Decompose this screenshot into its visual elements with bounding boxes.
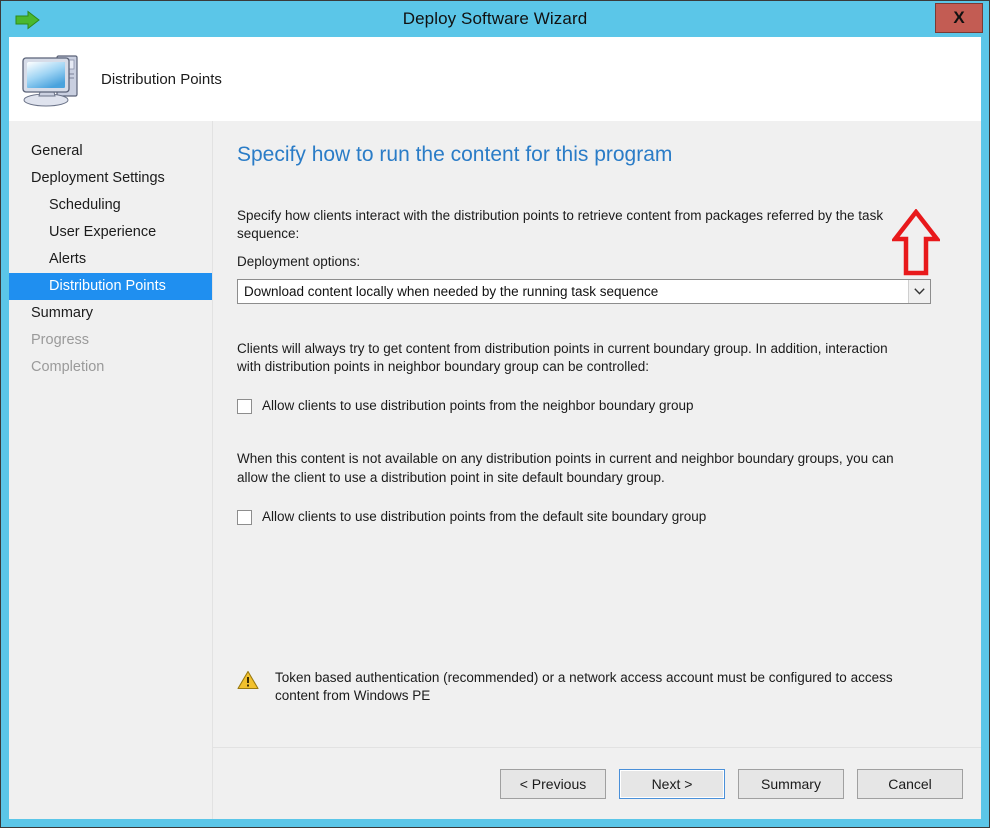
- sidebar-item-scheduling[interactable]: Scheduling: [9, 192, 212, 219]
- chevron-down-icon[interactable]: [908, 279, 930, 303]
- default-site-boundary-description: When this content is not available on an…: [237, 451, 894, 485]
- neighbor-boundary-checkbox[interactable]: [237, 399, 252, 415]
- deploy-software-wizard-window: Deploy Software Wizard X Distribution Po…: [0, 0, 990, 828]
- page-title: Distribution Points: [101, 70, 222, 88]
- warning-triangle-icon: [237, 670, 259, 690]
- default-site-boundary-checkbox[interactable]: [237, 509, 252, 525]
- title-bar: Deploy Software Wizard X: [1, 1, 989, 37]
- sidebar-item-distribution-points[interactable]: Distribution Points: [9, 273, 212, 300]
- sidebar-item-progress: Progress: [31, 332, 90, 348]
- warning-text: Token based authentication (recommended)…: [275, 670, 893, 704]
- deployment-options-dropdown[interactable]: Download content locally when needed by …: [237, 278, 931, 304]
- wizard-button-bar: < Previous Next > Summary Cancel: [213, 747, 981, 819]
- main-split: General Deployment Settings Scheduling U…: [9, 121, 981, 819]
- neighbor-boundary-checkbox-row[interactable]: Allow clients to use distribution points…: [237, 398, 955, 415]
- deployment-options-value: Download content locally when needed by …: [244, 283, 659, 299]
- next-button[interactable]: Next >: [619, 768, 725, 799]
- default-site-boundary-checkbox-label: Allow clients to use distribution points…: [262, 508, 707, 524]
- window-title: Deploy Software Wizard: [402, 9, 588, 28]
- close-button[interactable]: X: [935, 3, 983, 33]
- wizard-banner: Distribution Points: [9, 37, 981, 121]
- summary-button[interactable]: Summary: [738, 768, 844, 799]
- green-right-arrow-icon: [15, 10, 41, 30]
- sidebar-item-alerts[interactable]: Alerts: [9, 246, 212, 273]
- previous-button[interactable]: < Previous: [500, 768, 606, 799]
- intro-description: Specify how clients interact with the di…: [237, 208, 884, 242]
- warning-message: Token based authentication (recommended)…: [237, 669, 937, 705]
- sidebar-item-deployment-settings[interactable]: Deployment Settings: [9, 165, 212, 192]
- neighbor-boundary-description: Clients will always try to get content f…: [237, 340, 888, 374]
- cancel-button[interactable]: Cancel: [857, 768, 963, 799]
- sidebar-item-completion: Completion: [31, 359, 105, 375]
- neighbor-boundary-checkbox-label: Allow clients to use distribution points…: [262, 398, 694, 414]
- deployment-options-label: Deployment options:: [237, 254, 361, 270]
- sidebar-item-general[interactable]: General: [9, 138, 212, 165]
- default-site-boundary-checkbox-row[interactable]: Allow clients to use distribution points…: [237, 509, 955, 525]
- content-heading: Specify how to run the content for this …: [237, 143, 673, 166]
- sidebar-item-user-experience[interactable]: User Experience: [9, 219, 212, 246]
- wizard-content-pane: Specify how to run the content for this …: [213, 121, 981, 819]
- window-client-area: Distribution Points General Deployment S…: [9, 37, 981, 819]
- sidebar-item-summary[interactable]: Summary: [9, 300, 212, 327]
- content-body: Specify how to run the content for this …: [213, 121, 981, 747]
- computer-icon: [19, 48, 85, 110]
- wizard-step-nav: General Deployment Settings Scheduling U…: [9, 121, 213, 819]
